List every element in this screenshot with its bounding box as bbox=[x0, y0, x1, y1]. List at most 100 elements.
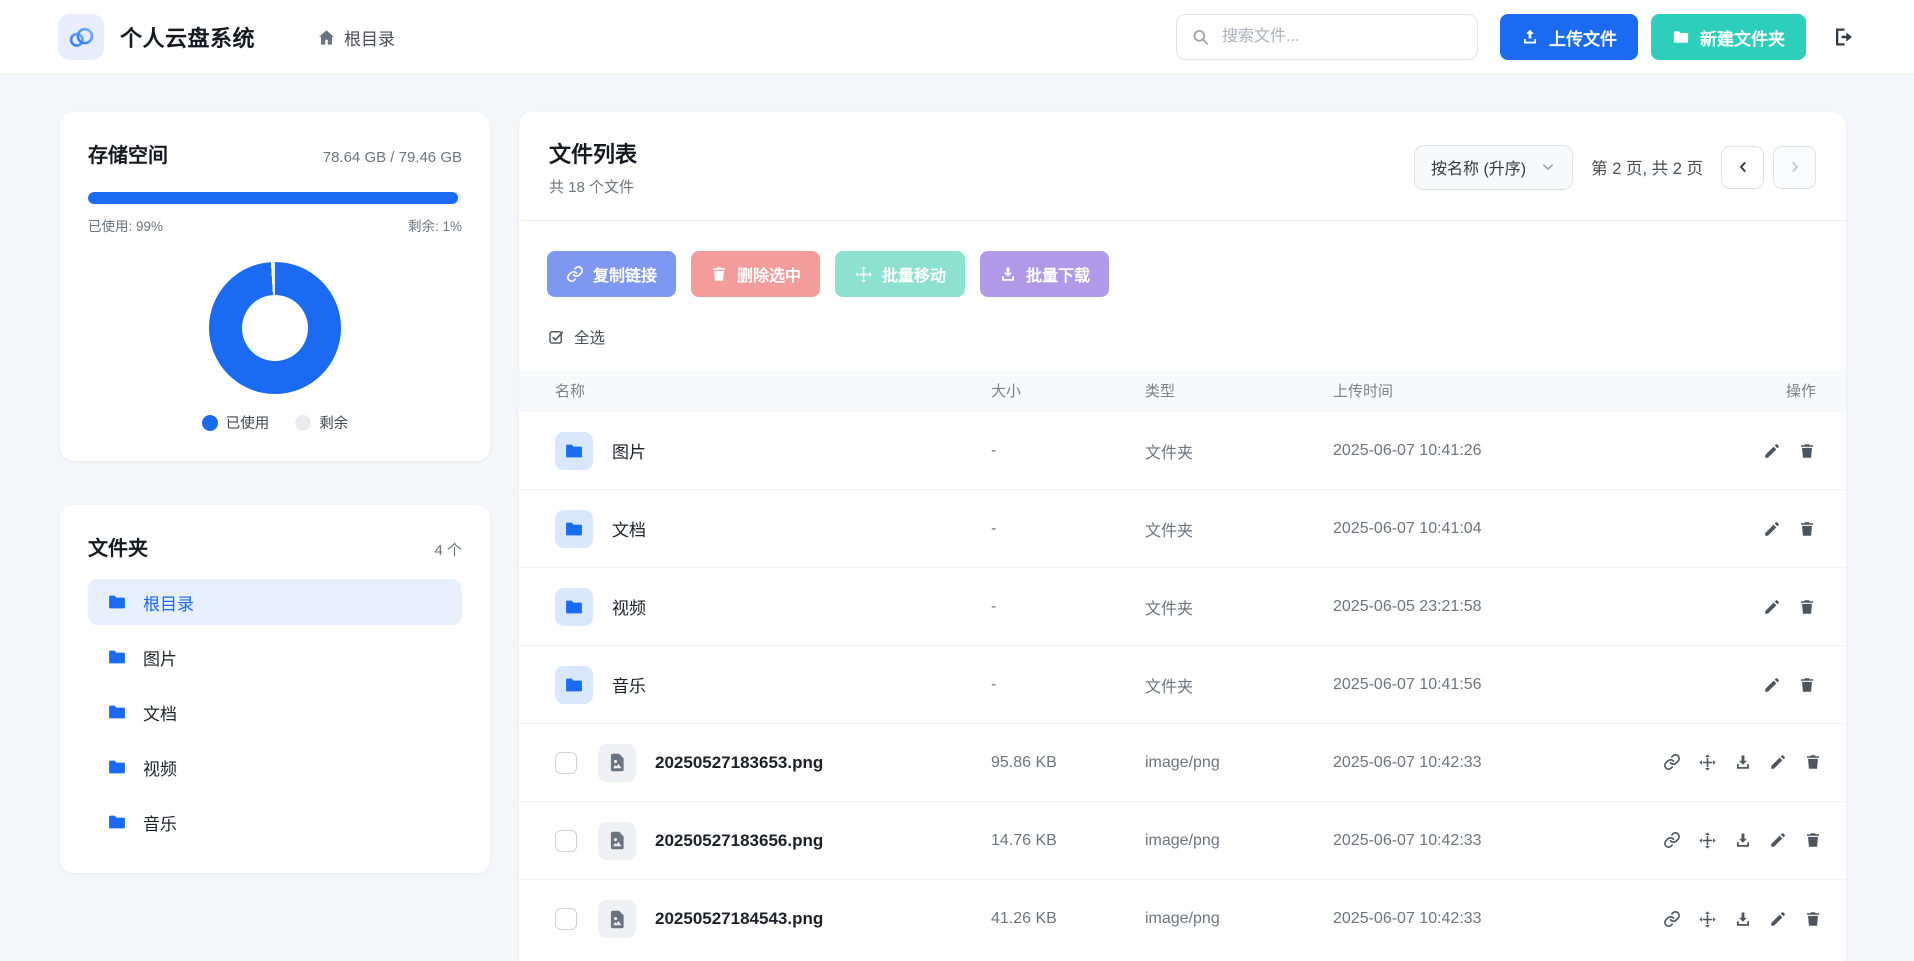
row-name[interactable]: 文档 bbox=[612, 516, 646, 541]
link-icon[interactable] bbox=[1663, 753, 1681, 772]
upload-file-button[interactable]: 上传文件 bbox=[1500, 14, 1638, 60]
row-size: - bbox=[991, 598, 1145, 616]
row-actions bbox=[1663, 442, 1846, 460]
select-all-toggle[interactable]: 全选 bbox=[519, 297, 1846, 369]
column-name: 名称 bbox=[519, 380, 991, 401]
edit-icon[interactable] bbox=[1769, 910, 1787, 929]
folder-icon bbox=[107, 647, 127, 667]
folder-icon bbox=[555, 588, 593, 626]
check-square-icon bbox=[547, 328, 565, 346]
row-type: image/png bbox=[1145, 910, 1333, 928]
sidebar-folder-item[interactable]: 文档 bbox=[88, 689, 462, 735]
page-info: 第 2 页, 共 2 页 bbox=[1591, 155, 1703, 179]
row-name[interactable]: 20250527183653.png bbox=[655, 753, 823, 773]
link-icon[interactable] bbox=[1663, 831, 1681, 850]
storage-usage-text: 78.64 GB / 79.46 GB bbox=[323, 149, 462, 166]
edit-icon[interactable] bbox=[1763, 442, 1781, 460]
sidebar-folder-item[interactable]: 图片 bbox=[88, 634, 462, 680]
download-icon[interactable] bbox=[1734, 831, 1752, 850]
batch-button-move[interactable]: 批量移动 bbox=[835, 251, 965, 297]
file-list-title: 文件列表 bbox=[549, 137, 637, 169]
edit-icon[interactable] bbox=[1763, 520, 1781, 538]
breadcrumb[interactable]: 根目录 bbox=[317, 25, 395, 50]
pagination-next-button[interactable] bbox=[1773, 146, 1816, 189]
folder-icon bbox=[107, 702, 127, 722]
row-type: 文件夹 bbox=[1145, 673, 1333, 697]
legend-used: 已使用 bbox=[202, 412, 270, 433]
new-folder-button-label: 新建文件夹 bbox=[1700, 25, 1785, 50]
trash-icon[interactable] bbox=[1804, 753, 1822, 772]
trash-icon[interactable] bbox=[1804, 831, 1822, 850]
row-name[interactable]: 图片 bbox=[612, 438, 646, 463]
batch-button-link[interactable]: 复制链接 bbox=[547, 251, 676, 297]
folder-icon bbox=[555, 432, 593, 470]
move-icon[interactable] bbox=[1698, 753, 1717, 772]
row-time: 2025-06-05 23:21:58 bbox=[1333, 598, 1663, 616]
new-folder-button[interactable]: 新建文件夹 bbox=[1651, 14, 1806, 60]
folders-panel: 文件夹 4 个 根目录图片文档视频音乐 bbox=[60, 505, 490, 873]
download-icon[interactable] bbox=[1734, 910, 1752, 929]
move-icon[interactable] bbox=[1698, 831, 1717, 850]
trash-icon bbox=[710, 265, 728, 283]
search-box bbox=[1176, 14, 1478, 60]
row-type: 文件夹 bbox=[1145, 517, 1333, 541]
row-checkbox[interactable] bbox=[555, 830, 577, 852]
column-size: 大小 bbox=[991, 380, 1145, 401]
batch-button-download[interactable]: 批量下载 bbox=[980, 251, 1109, 297]
batch-button-label: 复制链接 bbox=[593, 262, 657, 286]
row-time: 2025-06-07 10:42:33 bbox=[1333, 832, 1663, 850]
search-input[interactable] bbox=[1176, 14, 1478, 60]
row-name[interactable]: 20250527183656.png bbox=[655, 831, 823, 851]
breadcrumb-label: 根目录 bbox=[344, 25, 395, 50]
edit-icon[interactable] bbox=[1769, 753, 1787, 772]
row-checkbox[interactable] bbox=[555, 908, 577, 930]
legend-remain-label: 剩余 bbox=[319, 412, 348, 433]
row-name[interactable]: 20250527184543.png bbox=[655, 909, 823, 929]
edit-icon[interactable] bbox=[1769, 831, 1787, 850]
sidebar-folder-item[interactable]: 根目录 bbox=[88, 579, 462, 625]
row-name[interactable]: 视频 bbox=[612, 594, 646, 619]
table-header: 名称 大小 类型 上传时间 操作 bbox=[519, 369, 1846, 412]
folders-count: 4 个 bbox=[434, 539, 462, 560]
pagination-prev-button[interactable] bbox=[1721, 146, 1764, 189]
row-name[interactable]: 音乐 bbox=[612, 672, 646, 697]
edit-icon[interactable] bbox=[1763, 598, 1781, 616]
link-icon[interactable] bbox=[1663, 910, 1681, 929]
row-time: 2025-06-07 10:42:33 bbox=[1333, 910, 1663, 928]
batch-button-label: 删除选中 bbox=[737, 262, 801, 286]
sort-select[interactable]: 按名称 (升序) bbox=[1414, 145, 1573, 190]
row-type: 文件夹 bbox=[1145, 595, 1333, 619]
column-type: 类型 bbox=[1145, 380, 1333, 401]
table-row: 20250527183656.png14.76 KBimage/png2025-… bbox=[519, 802, 1846, 880]
move-icon[interactable] bbox=[1698, 910, 1717, 929]
trash-icon[interactable] bbox=[1804, 910, 1822, 929]
folders-title: 文件夹 bbox=[88, 532, 148, 561]
legend-used-dot bbox=[202, 415, 218, 431]
trash-icon[interactable] bbox=[1798, 442, 1816, 460]
search-icon bbox=[1191, 28, 1210, 47]
row-type: image/png bbox=[1145, 832, 1333, 850]
row-actions bbox=[1663, 520, 1846, 538]
download-icon bbox=[999, 265, 1017, 283]
row-checkbox[interactable] bbox=[555, 752, 577, 774]
file-image-icon bbox=[598, 900, 636, 938]
column-actions: 操作 bbox=[1663, 380, 1846, 401]
sign-out-icon[interactable] bbox=[1832, 25, 1856, 49]
row-time: 2025-06-07 10:41:26 bbox=[1333, 442, 1663, 460]
trash-icon[interactable] bbox=[1798, 520, 1816, 538]
file-count-text: 共 18 个文件 bbox=[549, 176, 637, 197]
download-icon[interactable] bbox=[1734, 753, 1752, 772]
batch-button-trash[interactable]: 删除选中 bbox=[691, 251, 820, 297]
edit-icon[interactable] bbox=[1763, 676, 1781, 694]
trash-icon[interactable] bbox=[1798, 676, 1816, 694]
file-image-icon bbox=[598, 744, 636, 782]
batch-button-label: 批量下载 bbox=[1026, 262, 1090, 286]
sidebar-folder-item[interactable]: 音乐 bbox=[88, 799, 462, 845]
folder-icon bbox=[107, 812, 127, 832]
trash-icon[interactable] bbox=[1798, 598, 1816, 616]
folder-icon bbox=[555, 510, 593, 548]
table-row: 音乐-文件夹2025-06-07 10:41:56 bbox=[519, 646, 1846, 724]
sidebar: 存储空间 78.64 GB / 79.46 GB 已使用: 99% 剩余: 1%… bbox=[60, 112, 490, 873]
batch-actions: 复制链接 删除选中 批量移动 批量下载 bbox=[519, 221, 1846, 297]
sidebar-folder-item[interactable]: 视频 bbox=[88, 744, 462, 790]
